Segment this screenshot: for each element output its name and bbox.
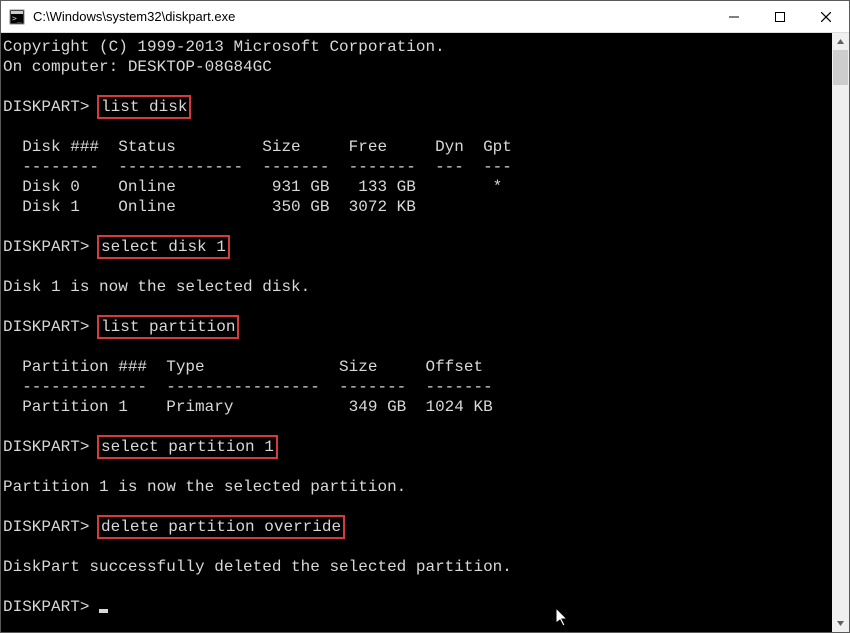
text-cursor xyxy=(99,609,108,613)
diskpart-prompt: DISKPART> xyxy=(3,238,89,256)
scrollbar-up-arrow[interactable] xyxy=(832,33,849,50)
msg-selected-disk: Disk 1 is now the selected disk. xyxy=(3,277,830,297)
hl-cmd-list-disk: list disk xyxy=(97,95,191,119)
disk-row-0: Disk 0 Online 931 GB 133 GB * xyxy=(3,177,830,197)
partition-table-header: Partition ### Type Size Offset xyxy=(3,357,830,377)
minimize-button[interactable] xyxy=(711,1,757,32)
prompt-line-2: DISKPART> select disk 1 xyxy=(3,237,830,257)
disk-table-sep: -------- ------------- ------- ------- -… xyxy=(3,157,830,177)
titlebar[interactable]: >_ C:\Windows\system32\diskpart.exe xyxy=(1,1,849,33)
disk-row-1: Disk 1 Online 350 GB 3072 KB xyxy=(3,197,830,217)
prompt-line-5: DISKPART> delete partition override xyxy=(3,517,830,537)
prompt-line-1: DISKPART> list disk xyxy=(3,97,830,117)
computer-line: On computer: DESKTOP-08G84GC xyxy=(3,57,830,77)
diskpart-prompt: DISKPART> xyxy=(3,598,89,616)
diskpart-prompt: DISKPART> xyxy=(3,98,89,116)
prompt-line-6: DISKPART> xyxy=(3,597,830,617)
console-wrapper: Copyright (C) 1999-2013 Microsoft Corpor… xyxy=(1,33,849,632)
vertical-scrollbar[interactable] xyxy=(832,33,849,632)
svg-text:>_: >_ xyxy=(12,14,22,23)
msg-selected-partition: Partition 1 is now the selected partitio… xyxy=(3,477,830,497)
disk-table-header: Disk ### Status Size Free Dyn Gpt xyxy=(3,137,830,157)
scrollbar-down-arrow[interactable] xyxy=(832,615,849,632)
prompt-line-3: DISKPART> list partition xyxy=(3,317,830,337)
diskpart-prompt: DISKPART> xyxy=(3,318,89,336)
scrollbar-thumb[interactable] xyxy=(833,50,848,85)
app-icon: >_ xyxy=(9,9,25,25)
diskpart-prompt: DISKPART> xyxy=(3,438,89,456)
console-output[interactable]: Copyright (C) 1999-2013 Microsoft Corpor… xyxy=(1,33,832,632)
msg-deleted: DiskPart successfully deleted the select… xyxy=(3,557,830,577)
hl-cmd-list-partition: list partition xyxy=(97,315,239,339)
partition-row-1: Partition 1 Primary 349 GB 1024 KB xyxy=(3,397,830,417)
window-controls xyxy=(711,1,849,32)
diskpart-prompt: DISKPART> xyxy=(3,518,89,536)
maximize-button[interactable] xyxy=(757,1,803,32)
close-button[interactable] xyxy=(803,1,849,32)
partition-table-sep: ------------- ---------------- ------- -… xyxy=(3,377,830,397)
app-window: >_ C:\Windows\system32\diskpart.exe Copy… xyxy=(0,0,850,633)
window-title: C:\Windows\system32\diskpart.exe xyxy=(33,9,711,24)
prompt-line-4: DISKPART> select partition 1 xyxy=(3,437,830,457)
copyright-line: Copyright (C) 1999-2013 Microsoft Corpor… xyxy=(3,37,830,57)
hl-cmd-delete-partition: delete partition override xyxy=(97,515,345,539)
hl-cmd-select-partition: select partition 1 xyxy=(97,435,278,459)
hl-cmd-select-disk: select disk 1 xyxy=(97,235,230,259)
